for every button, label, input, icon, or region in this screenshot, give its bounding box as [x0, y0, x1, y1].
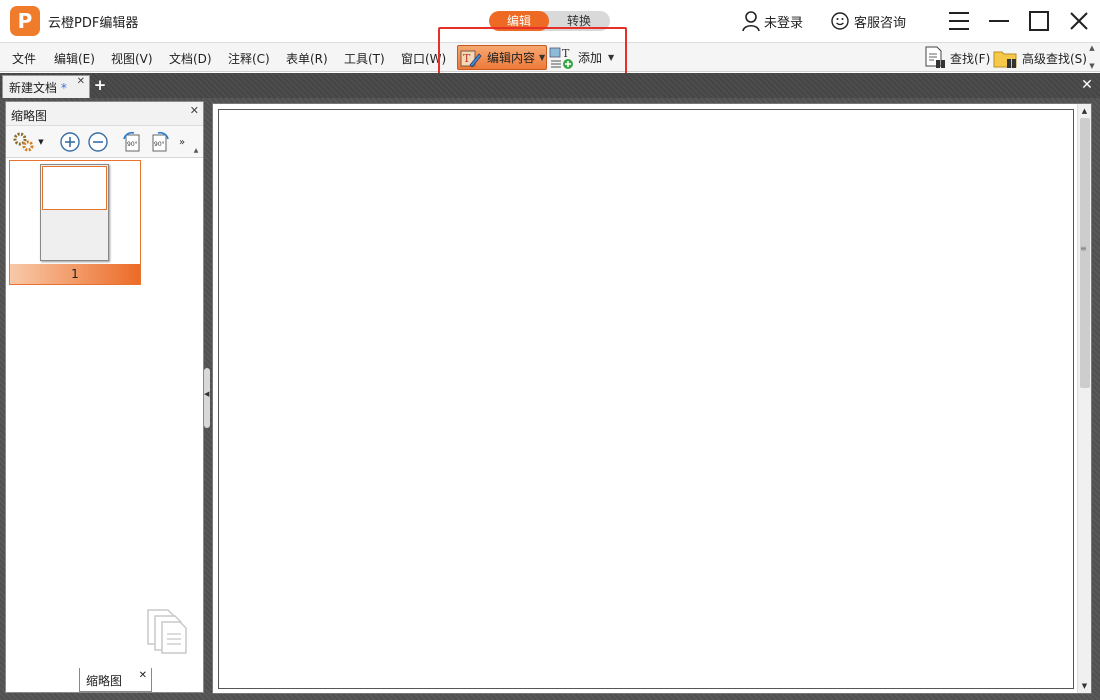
customer-service-button[interactable]: 客服咨询: [830, 10, 906, 32]
user-icon: [742, 11, 760, 32]
menu-tools[interactable]: 工具(T): [344, 50, 385, 67]
vertical-scrollbar[interactable]: ▲ ≡ ▼: [1077, 104, 1091, 693]
panel-toolbar: ▼ 90° 90° » ▲: [6, 126, 203, 158]
rotate-right-button[interactable]: 90°: [149, 131, 171, 153]
find-icon: [925, 46, 945, 68]
tab-thumbnails[interactable]: 缩略图 ✕: [79, 668, 152, 692]
menu-file[interactable]: 文件: [12, 50, 36, 67]
options-button[interactable]: ▼: [10, 131, 46, 153]
minimize-icon: [989, 20, 1009, 22]
close-icon: [1070, 12, 1088, 30]
advanced-find-icon: [993, 51, 1017, 68]
document-page[interactable]: [218, 109, 1074, 689]
document-watermark-icon: [146, 608, 190, 657]
document-tab-bar: 新建文档 * ✕ + ✕: [0, 73, 1100, 98]
maximize-icon: [1029, 11, 1049, 31]
panel-bottom-tabs: 书签 ✕ 缩略图 ✕: [5, 668, 204, 692]
thumbnail-page: [40, 164, 109, 261]
thumbnails-tab-label: 缩略图: [86, 674, 123, 688]
tab-new-document[interactable]: 新建文档 * ✕: [2, 75, 90, 98]
panel-title: 缩略图: [11, 109, 48, 123]
smile-icon: [831, 12, 849, 30]
zoom-in-button[interactable]: [59, 131, 81, 153]
login-button[interactable]: 未登录: [740, 10, 803, 32]
hamburger-icon: [949, 12, 969, 30]
chevron-down-icon: ▼: [38, 138, 44, 146]
toolbar-collapse-handle[interactable]: ▲ ▼: [1087, 44, 1097, 71]
scrollbar-grip-icon: ≡: [1080, 244, 1087, 253]
menu-form[interactable]: 表单(R): [286, 50, 328, 67]
thumbnail-page-number: 1: [10, 264, 140, 284]
tab-bookmarks[interactable]: 书签 ✕: [5, 668, 77, 692]
find-button[interactable]: 查找(F): [923, 46, 990, 70]
menu-annotate[interactable]: 注释(C): [228, 50, 270, 67]
maximize-button[interactable]: [1026, 8, 1052, 34]
zoom-out-button[interactable]: [87, 131, 109, 153]
app-title: 云橙PDF编辑器: [48, 16, 139, 31]
svg-text:90°: 90°: [127, 141, 138, 148]
rotate-left-button[interactable]: 90°: [121, 131, 143, 153]
bookmarks-tab-label: 书签: [11, 674, 36, 688]
svg-text:90°: 90°: [154, 141, 165, 148]
find-label: 查找(F): [950, 51, 991, 66]
close-all-tabs-button[interactable]: ✕: [1079, 77, 1095, 93]
close-bookmarks-tab-icon[interactable]: ✕: [65, 670, 73, 681]
scroll-down-icon[interactable]: ▼: [1078, 679, 1091, 693]
modified-marker: *: [60, 81, 67, 95]
document-view[interactable]: [212, 103, 1092, 694]
service-label: 客服咨询: [854, 15, 907, 31]
close-window-button[interactable]: [1066, 8, 1092, 34]
menu-document[interactable]: 文档(D): [169, 50, 212, 67]
menu-view[interactable]: 视图(V): [111, 50, 153, 67]
zoom-out-icon: [88, 132, 108, 152]
panel-splitter-handle[interactable]: ◀: [204, 368, 210, 428]
close-tab-icon[interactable]: ✕: [77, 76, 85, 87]
close-thumbnails-tab-icon[interactable]: ✕: [139, 670, 147, 681]
login-label: 未登录: [764, 15, 804, 31]
more-tools-chevron-icon[interactable]: »: [176, 131, 188, 153]
panel-collapse-icon[interactable]: ▲: [192, 146, 200, 154]
menu-button[interactable]: [946, 8, 972, 34]
app-logo-icon: P: [10, 6, 40, 36]
advanced-find-button[interactable]: 高级查找(S): [993, 46, 1087, 70]
gear-icon: [13, 132, 34, 152]
scrollbar-thumb[interactable]: [1080, 118, 1090, 388]
rotate-left-icon: 90°: [123, 131, 140, 152]
menu-edit[interactable]: 编辑(E): [54, 50, 95, 67]
minimize-button[interactable]: [986, 8, 1012, 34]
advanced-find-label: 高级查找(S): [1022, 51, 1087, 66]
close-panel-icon[interactable]: ✕: [190, 104, 199, 117]
thumbnail-item[interactable]: 1: [9, 160, 141, 285]
panel-header: 缩略图 ✕: [6, 102, 203, 126]
thumbnail-view-rect[interactable]: [42, 166, 107, 210]
thumbnail-panel: 缩略图 ✕ ▼ 90° 90° » ▲ 1: [5, 101, 204, 693]
zoom-in-icon: [60, 132, 80, 152]
new-tab-button[interactable]: +: [93, 78, 107, 93]
scroll-up-icon[interactable]: ▲: [1078, 104, 1091, 118]
tab-label: 新建文档: [9, 81, 58, 95]
rotate-right-icon: 90°: [152, 131, 169, 152]
